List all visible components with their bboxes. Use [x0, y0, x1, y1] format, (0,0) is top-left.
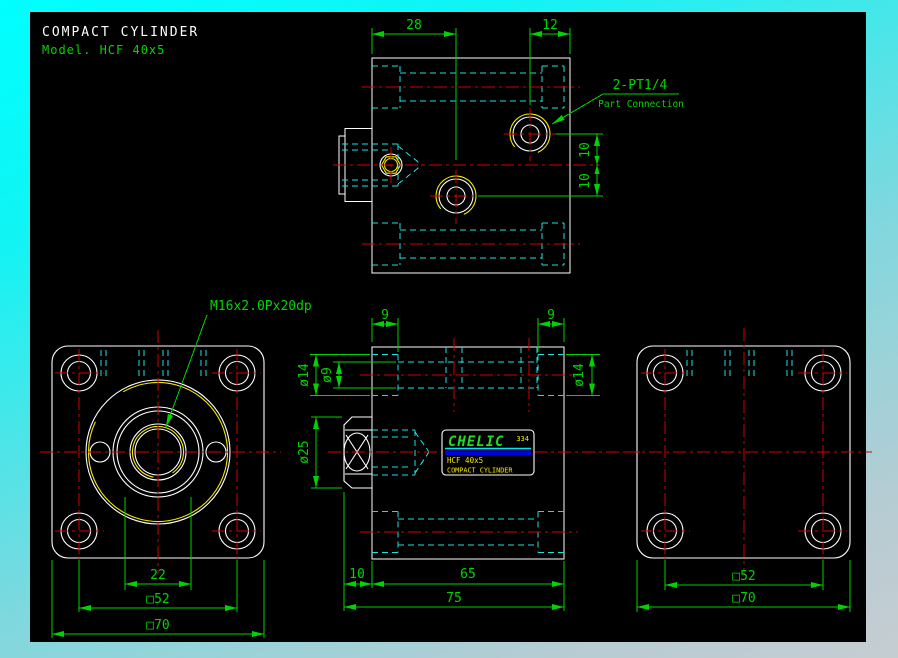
nameplate-model: HCF 40x5	[447, 456, 483, 465]
dim-d14-left: ø14	[297, 363, 312, 387]
dim-22: 22	[150, 568, 166, 583]
dim-d25: ø25	[297, 440, 312, 463]
drawing-title: COMPACT CYLINDER	[42, 25, 199, 40]
drawing-model: Model. HCF 40x5	[42, 43, 165, 57]
dim-28: 28	[406, 18, 422, 33]
dim-10-lower: 10	[578, 173, 593, 189]
dim-10-upper: 10	[578, 142, 593, 158]
dim-12: 12	[542, 18, 558, 33]
dim-d14-right: ø14	[572, 363, 587, 387]
dim-75: 75	[446, 591, 462, 606]
dim-sq70: □70	[732, 591, 755, 606]
thread-label: M16x2.0Px20dp	[210, 299, 312, 314]
brand-logo: CHELIC	[448, 434, 505, 450]
nameplate-bar	[445, 450, 531, 455]
dim-10: 10	[349, 567, 365, 582]
nameplate-product: COMPACT CYLINDER	[447, 467, 513, 475]
dim-9-left: 9	[381, 308, 389, 323]
drawing-canvas: COMPACT CYLINDER Model. HCF 40x5 28 12 1…	[30, 12, 872, 642]
brand-code: 334	[516, 435, 529, 443]
cad-window: COMPACT CYLINDER Model. HCF 40x5 28 12 1…	[0, 0, 898, 658]
dim-65: 65	[460, 567, 476, 582]
port-sublabel: Part Connection	[598, 99, 684, 110]
dim-d9: ø9	[320, 367, 335, 383]
dim-sq70: □70	[146, 618, 169, 633]
dim-sq52: □52	[146, 592, 169, 607]
dim-sq52: □52	[732, 569, 755, 584]
port-label: 2-PT1/4	[613, 78, 668, 93]
dim-9-right: 9	[547, 308, 555, 323]
paper-area	[30, 12, 866, 642]
